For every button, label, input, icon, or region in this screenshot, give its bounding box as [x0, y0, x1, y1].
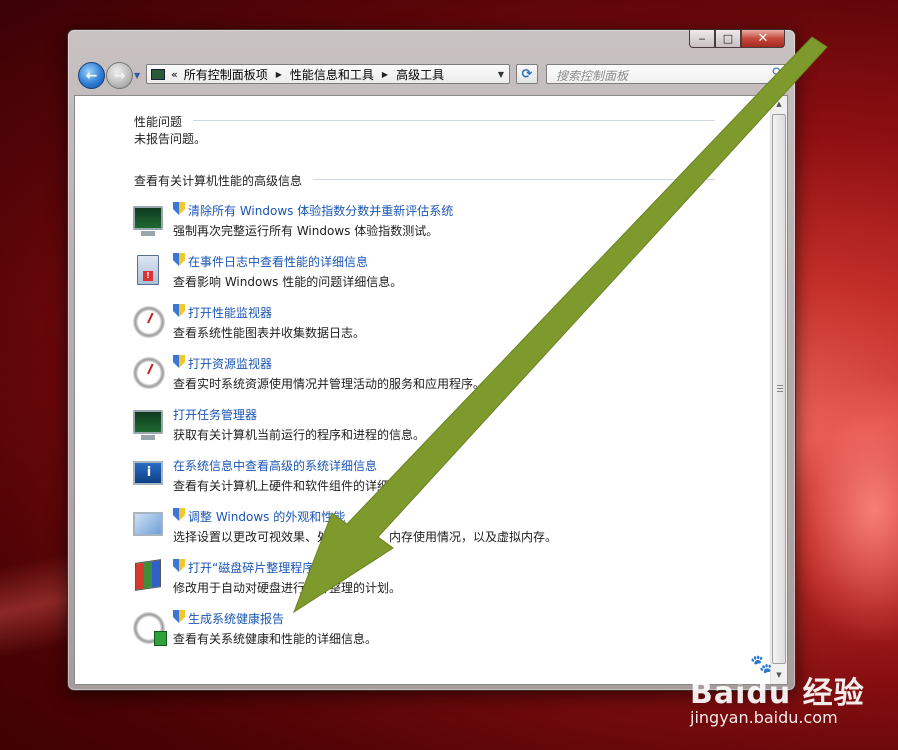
breadcrumb-separator-icon[interactable]: ▶	[382, 70, 388, 79]
task-item-performance-monitor: 打开性能监视器 查看系统性能图表并收集数据日志。	[133, 304, 733, 348]
task-description: 修改用于自动对硬盘进行碎片整理的计划。	[173, 581, 402, 595]
content-pane: 性能问题 未报告问题。 查看有关计算机性能的高级信息 清除所有 Windows …	[74, 95, 788, 685]
task-item-system-information: 在系统信息中查看高级的系统详细信息 查看有关计算机上硬件和软件组件的详细信息。	[133, 457, 733, 501]
recent-pages-dropdown-icon[interactable]: ▼	[134, 71, 140, 80]
minimize-button[interactable]: ‒	[689, 30, 715, 48]
baidu-jingyan-watermark: 🐾 Baidu 经验 jingyan.baidu.com	[690, 654, 890, 738]
section-heading-advanced-info: 查看有关计算机性能的高级信息	[134, 174, 303, 188]
task-item-task-manager: 打开任务管理器 获取有关计算机当前运行的程序和进程的信息。	[133, 406, 733, 450]
task-description: 查看实时系统资源使用情况并管理活动的服务和应用程序。	[173, 377, 486, 391]
task-item-disk-defragmenter: 打开“磁盘碎片整理程序” 修改用于自动对硬盘进行碎片整理的计划。	[133, 559, 733, 603]
task-link-disk-defragmenter[interactable]: 打开“磁盘碎片整理程序”	[188, 559, 320, 576]
refresh-icon: ⟳	[521, 66, 533, 82]
task-description: 查看有关计算机上硬件和软件组件的详细信息。	[173, 479, 426, 493]
scroll-up-icon[interactable]: ▲	[771, 96, 787, 113]
back-arrow-icon: ←	[85, 67, 98, 84]
breadcrumb-separator-icon[interactable]: ▶	[276, 70, 282, 79]
uac-shield-icon	[173, 253, 185, 266]
section-heading-performance-issues: 性能问题	[134, 115, 183, 129]
address-bar[interactable]: « 所有控制面板项 ▶ 性能信息和工具 ▶ 高级工具 ▼	[146, 64, 510, 84]
uac-shield-icon	[173, 304, 185, 317]
task-item-event-log: 在事件日志中查看性能的详细信息 查看影响 Windows 性能的问题详细信息。	[133, 253, 733, 297]
performance-issues-status: 未报告问题。	[134, 132, 207, 146]
monitor-icon	[133, 206, 163, 236]
task-link-visual-effects[interactable]: 调整 Windows 的外观和性能	[188, 508, 345, 525]
control-panel-window: ‒ □ ✕ ← → ▼ « 所有控制面板项 ▶ 性能信息和工具 ▶ 高级工具 ▼…	[67, 29, 796, 691]
task-item-system-health-report: 生成系统健康报告 查看有关系统健康和性能的详细信息。	[133, 610, 733, 654]
event-log-icon	[137, 255, 159, 285]
monitor-icon	[133, 410, 163, 440]
health-report-icon	[133, 612, 167, 646]
breadcrumb-item-performance-info[interactable]: 性能信息和工具	[290, 66, 374, 83]
uac-shield-icon	[173, 355, 185, 368]
uac-shield-icon	[173, 610, 185, 623]
gauge-icon	[133, 306, 165, 338]
task-link-resource-monitor[interactable]: 打开资源监视器	[188, 355, 272, 372]
address-dropdown-icon[interactable]: ▼	[493, 70, 509, 79]
uac-shield-icon	[173, 508, 185, 521]
uac-shield-icon	[173, 559, 185, 572]
section-divider	[193, 120, 715, 121]
task-description: 查看有关系统健康和性能的详细信息。	[173, 632, 378, 646]
gauge-icon	[133, 357, 165, 389]
task-item-clear-wei-scores: 清除所有 Windows 体验指数分数并重新评估系统 强制再次完整运行所有 Wi…	[133, 202, 733, 246]
defrag-icon	[135, 559, 161, 591]
task-description: 强制再次完整运行所有 Windows 体验指数测试。	[173, 224, 439, 238]
control-panel-icon	[151, 68, 165, 80]
back-button[interactable]: ←	[78, 62, 105, 89]
task-link-performance-monitor[interactable]: 打开性能监视器	[188, 304, 272, 321]
task-description: 查看影响 Windows 性能的问题详细信息。	[173, 275, 403, 289]
breadcrumb-item-advanced-tools[interactable]: 高级工具	[396, 66, 444, 83]
task-link-clear-wei-scores[interactable]: 清除所有 Windows 体验指数分数并重新评估系统	[188, 202, 453, 219]
task-link-system-information[interactable]: 在系统信息中查看高级的系统详细信息	[173, 457, 377, 474]
watermark-logo: Baidu 经验	[690, 676, 865, 711]
uac-shield-icon	[173, 202, 185, 215]
task-description: 获取有关计算机当前运行的程序和进程的信息。	[173, 428, 426, 442]
caption-buttons: ‒ □ ✕	[689, 30, 785, 49]
system-info-icon	[133, 461, 163, 485]
task-item-resource-monitor: 打开资源监视器 查看实时系统资源使用情况并管理活动的服务和应用程序。	[133, 355, 733, 399]
close-button[interactable]: ✕	[741, 30, 785, 48]
forward-arrow-icon: →	[113, 67, 126, 84]
task-link-system-health-report[interactable]: 生成系统健康报告	[188, 610, 284, 627]
forward-button[interactable]: →	[106, 62, 133, 89]
search-input[interactable]: 搜索控制面板 ⚲	[546, 64, 787, 84]
search-placeholder: 搜索控制面板	[556, 69, 629, 83]
task-description: 查看系统性能图表并收集数据日志。	[173, 326, 366, 340]
task-description: 选择设置以更改可视效果、处理器调度、内存使用情况，以及虚拟内存。	[173, 530, 558, 544]
section-divider	[313, 179, 715, 180]
search-icon[interactable]: ⚲	[771, 66, 781, 81]
scrollbar-grip-icon	[777, 385, 783, 393]
visual-effects-icon	[133, 512, 163, 536]
vertical-scrollbar[interactable]: ▲ ▼	[770, 96, 787, 684]
scrollbar-thumb[interactable]	[772, 114, 786, 664]
breadcrumb-item-all-control-panel-items[interactable]: 所有控制面板项	[184, 66, 268, 83]
refresh-button[interactable]: ⟳	[516, 64, 538, 84]
task-link-event-log[interactable]: 在事件日志中查看性能的详细信息	[188, 253, 368, 270]
task-link-task-manager[interactable]: 打开任务管理器	[173, 406, 257, 423]
task-item-visual-effects: 调整 Windows 的外观和性能 选择设置以更改可视效果、处理器调度、内存使用…	[133, 508, 733, 552]
navigation-bar: ← → ▼ « 所有控制面板项 ▶ 性能信息和工具 ▶ 高级工具 ▼ ⟳ 搜索控…	[76, 62, 787, 89]
desktop-background-glow	[790, 380, 898, 640]
watermark-url: jingyan.baidu.com	[690, 708, 838, 727]
maximize-button[interactable]: □	[715, 30, 741, 48]
breadcrumb-overflow-icon[interactable]: «	[171, 68, 178, 81]
